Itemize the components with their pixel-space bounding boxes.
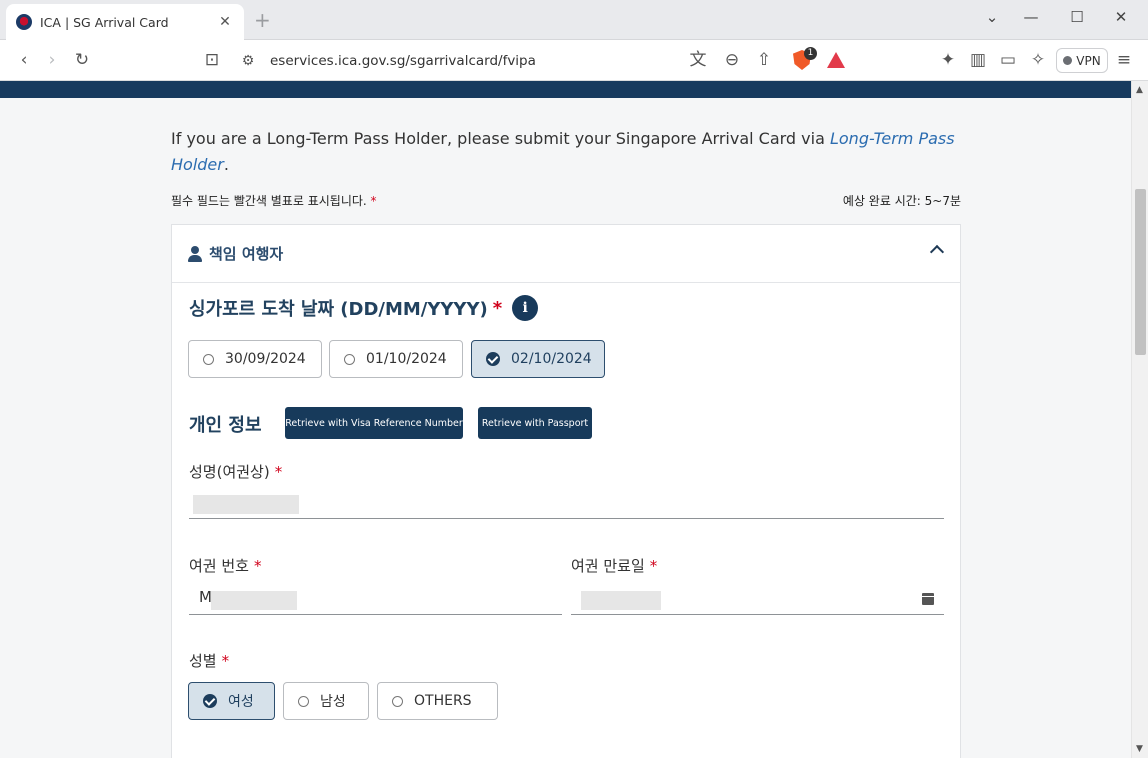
- maximize-icon[interactable]: ☐: [1065, 8, 1089, 26]
- check-circle-icon: [486, 352, 500, 366]
- section-title: 책임 여행자: [209, 245, 284, 263]
- browser-toolbar: ‹ › ↻ ⊡ ⚙ eservices.ica.gov.sg/sgarrival…: [0, 40, 1148, 81]
- redacted-value: [211, 591, 297, 610]
- scroll-thumb[interactable]: [1135, 189, 1146, 355]
- sidebar-icon[interactable]: ▥: [966, 49, 990, 71]
- full-name-label: 성명(여권상) *: [189, 463, 283, 481]
- minimize-icon[interactable]: —: [1019, 8, 1043, 26]
- retrieve-visa-button[interactable]: Retrieve with Visa Reference Number: [285, 407, 463, 439]
- gender-option-others[interactable]: OTHERS: [377, 682, 498, 720]
- url-text[interactable]: eservices.ica.gov.sg/sgarrivalcard/fvipa: [270, 53, 866, 69]
- passport-number-label: 여권 번호 *: [189, 557, 262, 575]
- retrieve-passport-button[interactable]: Retrieve with Passport: [478, 407, 592, 439]
- leo-ai-icon[interactable]: ✧: [1026, 49, 1050, 71]
- gender-label: 성별 *: [189, 652, 230, 670]
- info-icon[interactable]: i: [512, 295, 539, 321]
- ica-favicon-icon: [16, 14, 32, 30]
- shield-count-badge: 1: [804, 47, 817, 60]
- vpn-label: VPN: [1076, 53, 1101, 68]
- brave-rewards-icon[interactable]: [827, 52, 845, 68]
- scroll-up-icon[interactable]: ▲: [1136, 85, 1143, 95]
- browser-tab-active[interactable]: ICA | SG Arrival Card ✕: [6, 4, 244, 40]
- arrival-date-label: 싱가포르 도착 날짜 (DD/MM/YYYY) * i: [189, 295, 539, 321]
- redacted-value: [581, 591, 661, 610]
- vpn-status-icon: [1063, 56, 1073, 65]
- arrival-date-option-1[interactable]: 30/09/2024: [188, 340, 322, 378]
- radio-icon: [203, 353, 214, 365]
- radio-icon: [298, 695, 309, 707]
- ltp-info-text: If you are a Long-Term Pass Holder, plea…: [171, 129, 955, 174]
- menu-icon[interactable]: ≡: [1112, 49, 1136, 71]
- section-header[interactable]: 책임 여행자: [172, 225, 960, 283]
- gender-option-male[interactable]: 남성: [283, 682, 369, 720]
- passport-expiry-label: 여권 만료일 *: [571, 557, 658, 575]
- reload-icon[interactable]: ↻: [70, 49, 94, 71]
- passport-number-input[interactable]: M: [189, 585, 562, 615]
- extensions-icon[interactable]: ✦: [936, 49, 960, 71]
- tab-search-icon[interactable]: ⌄: [980, 8, 1004, 26]
- required-fields-note: 필수 필드는 빨간색 별표로 표시됩니다. *: [171, 194, 377, 208]
- forward-icon[interactable]: ›: [40, 49, 64, 71]
- chevron-up-icon[interactable]: [929, 244, 945, 260]
- translate-icon[interactable]: 文: [686, 49, 710, 71]
- zoom-out-icon[interactable]: ⊖: [720, 49, 744, 71]
- page-scrollbar[interactable]: ▲ ▼: [1131, 81, 1148, 758]
- full-name-input[interactable]: [189, 489, 944, 519]
- back-icon[interactable]: ‹: [12, 49, 36, 71]
- site-settings-icon[interactable]: ⚙: [236, 53, 260, 69]
- wallet-icon[interactable]: ▭: [996, 49, 1020, 71]
- person-icon: [188, 245, 202, 262]
- personal-info-heading: 개인 정보: [189, 415, 262, 436]
- gender-option-female[interactable]: 여성: [188, 682, 275, 720]
- tab-strip: ICA | SG Arrival Card ✕ + ⌄ — ☐ ✕: [0, 0, 1148, 40]
- radio-icon: [392, 695, 403, 707]
- bookmark-icon[interactable]: ⊡: [200, 49, 224, 71]
- check-circle-icon: [203, 694, 217, 708]
- vpn-button[interactable]: VPN: [1056, 48, 1108, 73]
- new-tab-button[interactable]: +: [254, 8, 271, 32]
- scroll-down-icon[interactable]: ▼: [1136, 744, 1143, 754]
- calendar-icon[interactable]: [922, 593, 934, 605]
- close-window-icon[interactable]: ✕: [1109, 8, 1133, 26]
- tab-title: ICA | SG Arrival Card: [40, 14, 169, 30]
- responsible-traveller-card: 책임 여행자 싱가포르 도착 날짜 (DD/MM/YYYY) * i 30/09/…: [171, 224, 961, 758]
- tab-close-icon[interactable]: ✕: [216, 14, 234, 30]
- page-viewport: If you are a Long-Term Pass Holder, plea…: [0, 81, 1131, 758]
- radio-icon: [344, 353, 355, 365]
- arrival-date-option-3[interactable]: 02/10/2024: [471, 340, 605, 378]
- share-icon[interactable]: ⇧: [752, 49, 776, 71]
- arrival-date-option-2[interactable]: 01/10/2024: [329, 340, 463, 378]
- redacted-value: [193, 495, 299, 514]
- passport-expiry-input[interactable]: [571, 585, 944, 615]
- estimated-time: 예상 완료 시간: 5~7분: [842, 194, 961, 208]
- site-header-strip: [0, 81, 1131, 98]
